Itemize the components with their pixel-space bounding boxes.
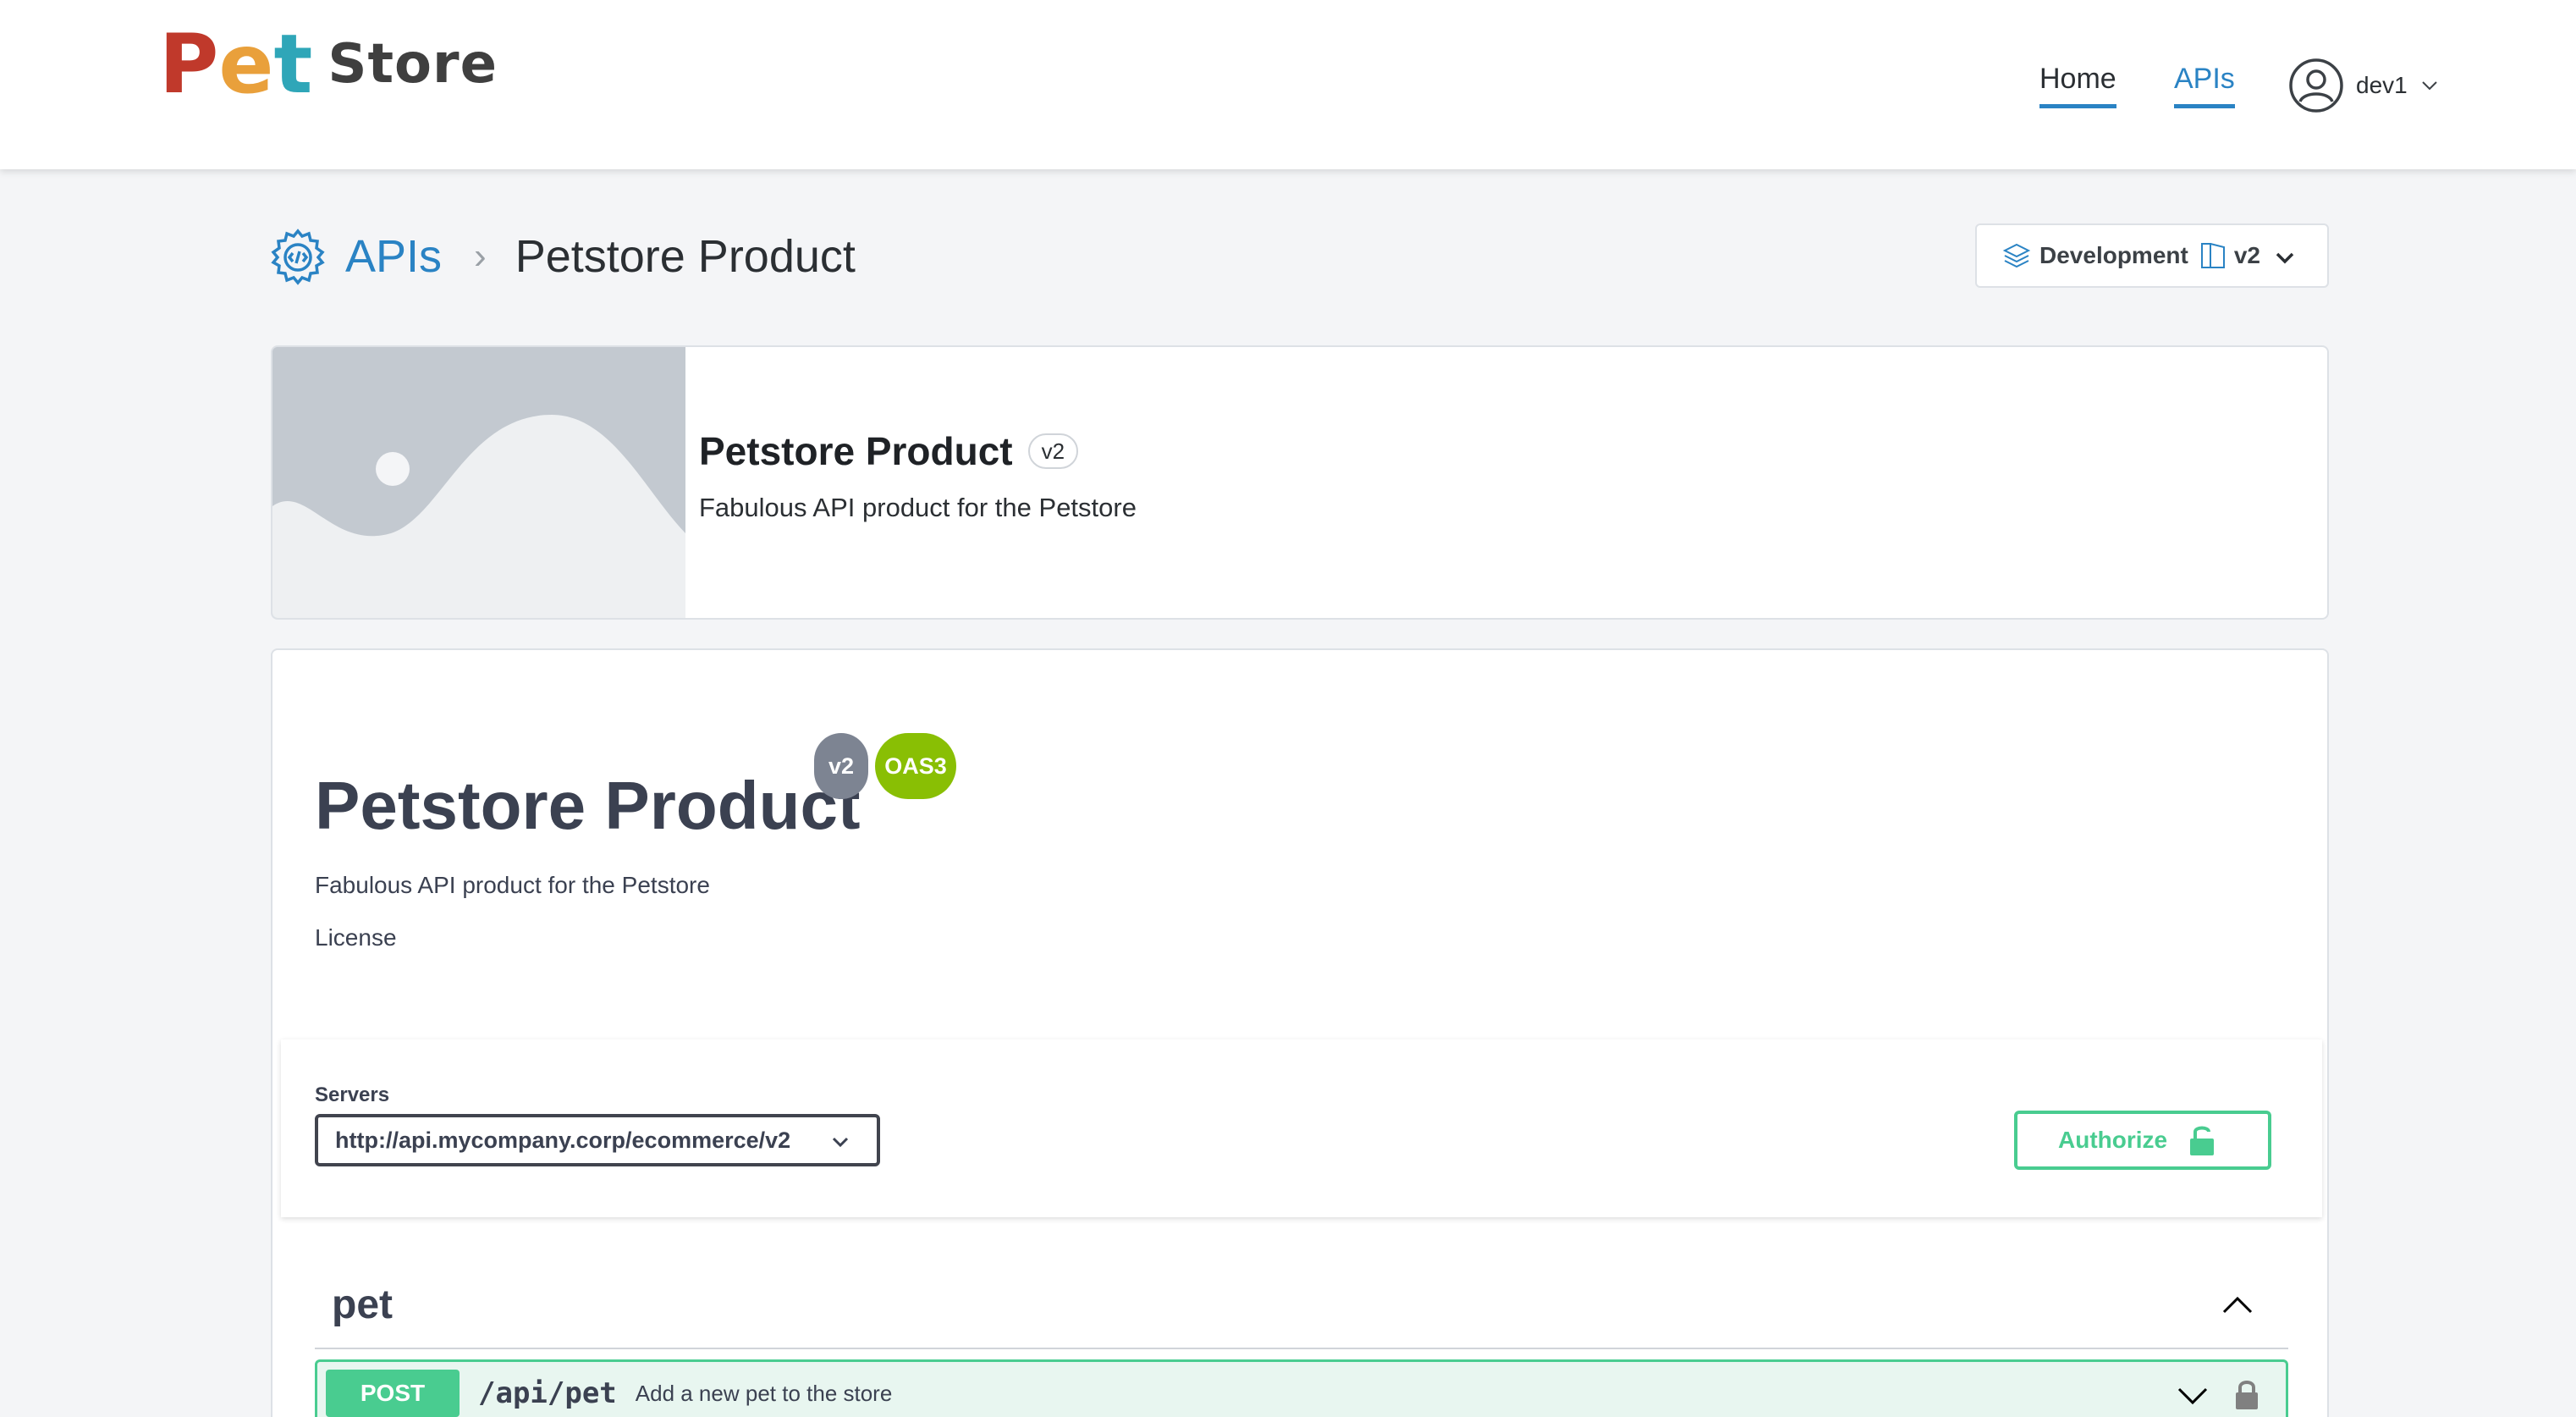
chevron-down-icon	[2276, 252, 2294, 264]
top-navbar: P e t Store Home APIs dev1	[0, 0, 2576, 169]
environment-label: Development	[2039, 242, 2188, 268]
authorize-label: Authorize	[2058, 1127, 2168, 1153]
chevron-down-icon	[832, 1137, 849, 1148]
breadcrumb-separator: ›	[474, 235, 487, 277]
swagger-ui-panel: Petstore Product v2 OAS3 Fabulous API pr…	[271, 648, 2329, 1417]
tag-name: pet	[332, 1282, 393, 1327]
logo-wordmark: Store	[328, 33, 498, 96]
lock-icon[interactable]	[2233, 1379, 2260, 1411]
product-title-row: Petstore Product v2	[699, 428, 1079, 474]
product-image-placeholder	[272, 347, 685, 618]
api-gear-icon	[271, 229, 325, 285]
api-description: Fabulous API product for the Petstore	[315, 872, 710, 898]
servers-label: Servers	[315, 1083, 390, 1106]
logo-letter-3: t	[273, 17, 313, 112]
product-card: Petstore Product v2 Fabulous API product…	[271, 345, 2329, 620]
version-label: v2	[2233, 242, 2260, 268]
method-badge: POST	[326, 1370, 460, 1417]
api-version-badge: v2	[814, 733, 868, 799]
petstore-logo[interactable]: P e t Store	[159, 22, 498, 107]
layers-icon	[2002, 243, 2031, 268]
tag-section-pet: pet POST /api/pet Add a new pet to the s…	[315, 1261, 2288, 1417]
operation-post-pet[interactable]: POST /api/pet Add a new pet to the store	[315, 1359, 2288, 1417]
breadcrumb: APIs › Petstore Product	[269, 227, 856, 286]
oas-badge: OAS3	[875, 733, 956, 799]
user-name: dev1	[2356, 72, 2408, 98]
nav-home-link[interactable]: Home	[2039, 63, 2116, 108]
version-book-icon	[2200, 243, 2225, 268]
servers-bar: Servers http://api.mycompany.corp/ecomme…	[281, 1039, 2322, 1217]
breadcrumb-apis-link[interactable]: APIs	[345, 230, 442, 283]
chevron-down-icon[interactable]	[2176, 1384, 2210, 1408]
logo-mark: P e t	[159, 24, 312, 105]
chevron-down-icon	[2422, 81, 2437, 91]
image-placeholder-icon	[272, 347, 685, 618]
servers-selected-value: http://api.mycompany.corp/ecommerce/v2	[335, 1127, 791, 1153]
product-title: Petstore Product	[699, 429, 1013, 473]
product-version-tag: v2	[1027, 433, 1079, 469]
unlock-icon	[2190, 1126, 2215, 1155]
user-menu[interactable]: dev1	[2288, 58, 2440, 113]
servers-select[interactable]: http://api.mycompany.corp/ecommerce/v2	[315, 1114, 880, 1166]
authorize-button[interactable]: Authorize	[2014, 1111, 2271, 1170]
product-description: Fabulous API product for the Petstore	[699, 493, 1137, 522]
logo-letter-2: e	[218, 17, 274, 112]
logo-letter-1: P	[159, 17, 219, 112]
license-link[interactable]: License	[315, 924, 397, 951]
environment-version-select[interactable]: Development v2	[1975, 223, 2329, 288]
nav-apis-link[interactable]: APIs	[2174, 63, 2235, 108]
operation-path: /api/pet	[478, 1376, 617, 1410]
api-title: Petstore Product	[315, 768, 861, 843]
operation-summary: Add a new pet to the store	[635, 1380, 893, 1406]
chevron-up-icon	[2222, 1296, 2253, 1314]
user-circle-icon	[2289, 58, 2343, 113]
tag-header-pet[interactable]: pet	[315, 1261, 2288, 1349]
breadcrumb-current: Petstore Product	[515, 231, 856, 282]
